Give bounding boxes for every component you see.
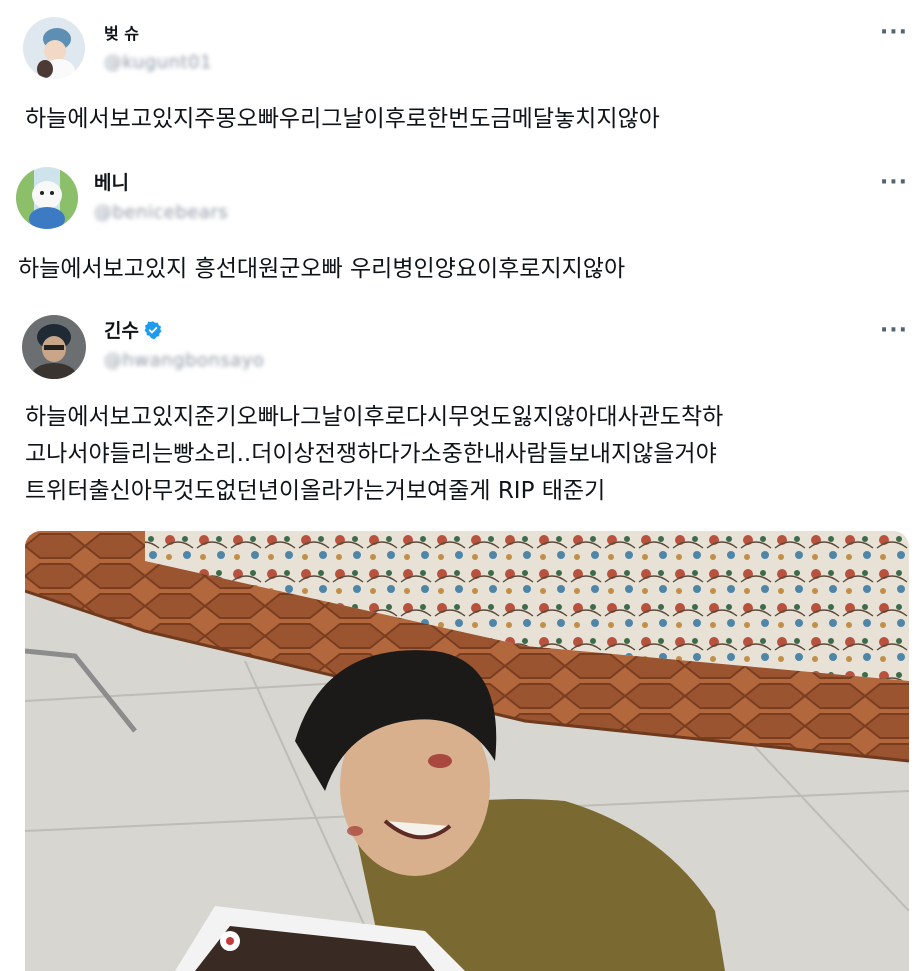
avatar[interactable] — [22, 315, 86, 379]
handle[interactable]: @hwangbonsayo — [104, 350, 264, 371]
post-text: 하늘에서보고있지주몽오빠우리그날이후로한번도금메달놓치지않아 — [25, 106, 660, 132]
more-icon[interactable]: ··· — [880, 20, 908, 45]
handle[interactable]: @benicebears — [94, 202, 228, 223]
post-2[interactable]: 베니 @benicebears ··· 하늘에서보고있지 흥선대원군오빠 우리병… — [0, 150, 922, 300]
display-name[interactable]: 긴수 — [104, 316, 163, 343]
display-name[interactable]: 벚 슈 — [104, 20, 139, 44]
more-icon[interactable]: ··· — [880, 170, 908, 195]
display-name-text[interactable]: 긴수 — [104, 320, 139, 342]
post-text: 하늘에서보고있지 흥선대원군오빠 우리병인양요이후로지지않아 — [18, 256, 626, 282]
verified-badge-icon — [143, 320, 163, 340]
handle[interactable]: @kugunt01 — [104, 52, 212, 73]
post-text-line-2: 고나서야들리는빵소리..더이상전쟁하다가소중한내사람들보내지않을거야 — [25, 441, 717, 467]
avatar[interactable] — [23, 17, 85, 79]
post-1[interactable]: 벚 슈 @kugunt01 ··· 하늘에서보고있지주몽오빠우리그날이후로한번도… — [0, 0, 922, 150]
post-text-line-1: 하늘에서보고있지준기오빠나그날이후로다시무엇도잃지않아대사관도착하 — [25, 404, 724, 430]
display-name[interactable]: 베니 — [94, 168, 129, 195]
more-icon[interactable]: ··· — [880, 318, 908, 343]
avatar[interactable] — [16, 167, 78, 229]
post-media-image[interactable] — [25, 531, 909, 971]
post-text-line-3: 트위터출신아무것도없던년이올라가는거보여줄게 RIP 태준기 — [25, 478, 606, 504]
